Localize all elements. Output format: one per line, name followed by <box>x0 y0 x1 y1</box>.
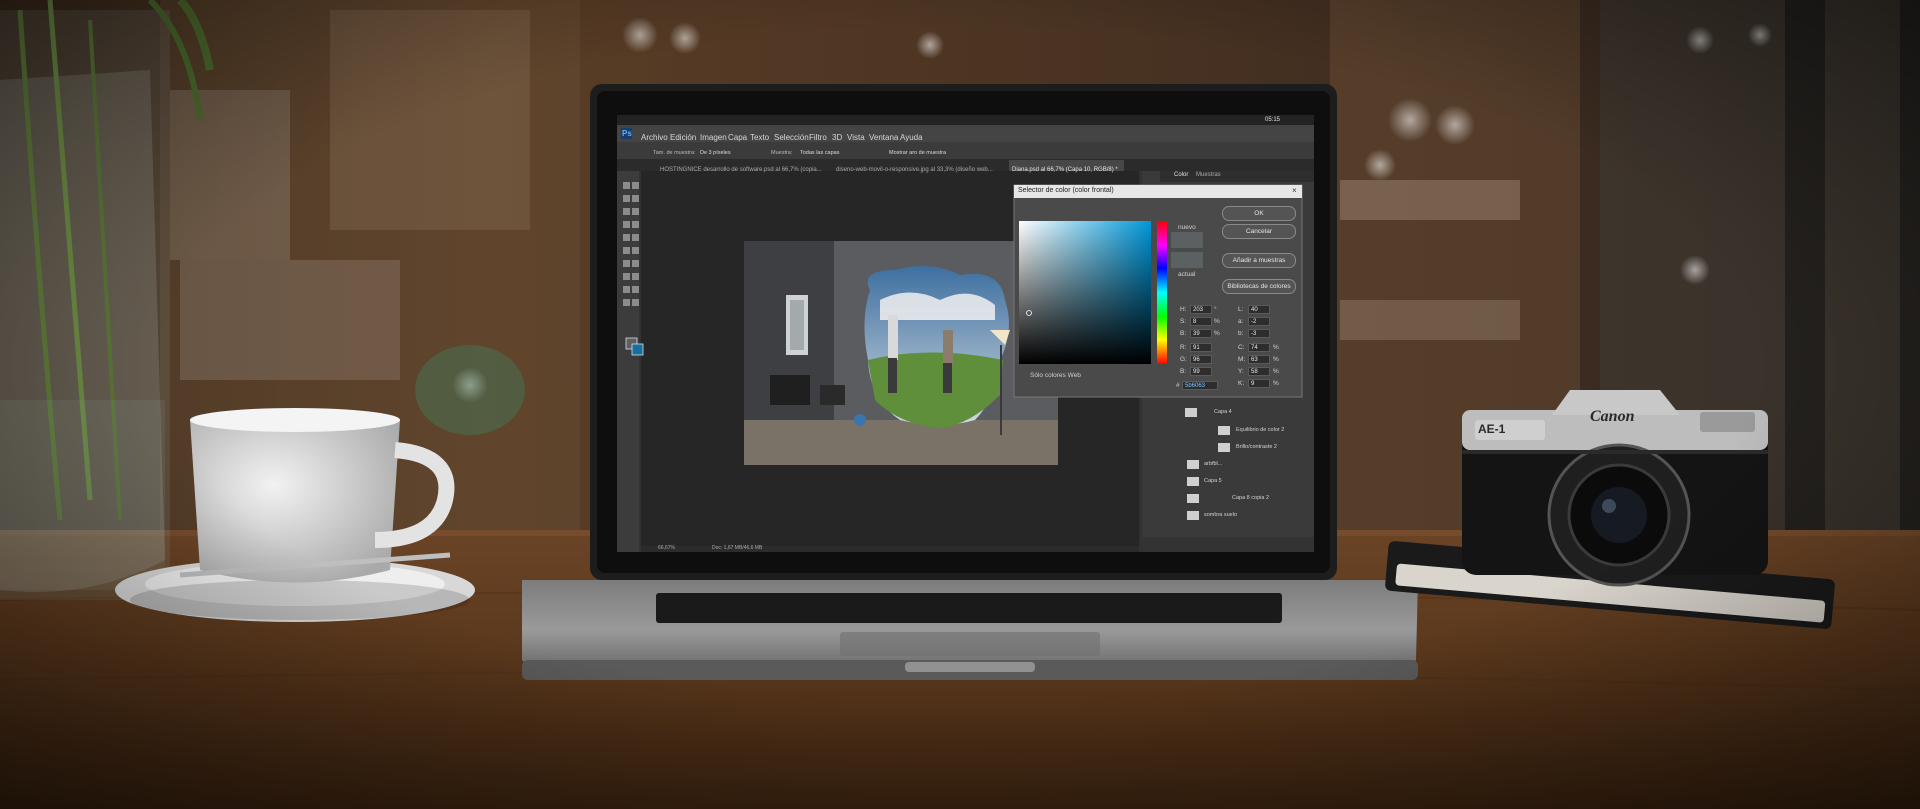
cyan-input[interactable]: 74 <box>1248 343 1270 352</box>
tab-diana[interactable]: Diana.psd al 66,7% (Capa 10, RGB/8) * <box>1012 167 1118 173</box>
close-icon[interactable]: × <box>1292 186 1297 195</box>
saturation-input[interactable]: 8 <box>1190 317 1212 326</box>
camera-brand-label: Canon <box>1590 408 1635 425</box>
color-picker-title: Selector de color (color frontal) <box>1018 187 1114 194</box>
red-label: R: <box>1180 344 1187 351</box>
panel-tab-color[interactable]: Color <box>1174 172 1188 178</box>
green-input[interactable]: 96 <box>1190 355 1212 364</box>
blue-label: B: <box>1180 368 1187 375</box>
menu-item-archivo[interactable]: Archivo <box>641 133 668 142</box>
saturation-label: S: <box>1180 318 1187 325</box>
lab-b-input[interactable]: -3 <box>1248 329 1270 338</box>
ok-button[interactable]: OK <box>1222 206 1296 221</box>
clock: 05:15 <box>1265 117 1281 123</box>
menu-item-vista[interactable]: Vista <box>847 133 865 142</box>
layer-capa-4[interactable]: Capa 4 <box>1214 409 1232 415</box>
lab-a-input[interactable]: -2 <box>1248 317 1270 326</box>
green-label: G: <box>1180 356 1187 363</box>
yellow-input[interactable]: 58 <box>1248 367 1270 376</box>
layer-arbfbl[interactable]: arbfbl... <box>1204 461 1222 467</box>
sample-label: Muestra: <box>771 150 793 156</box>
show-ring-checkbox[interactable]: Mostrar aro de muestra <box>889 150 946 156</box>
camera-model-label: AE-1 <box>1478 422 1506 436</box>
menu-item-ventana[interactable]: Ventana <box>869 133 898 142</box>
status-doc-info: Doc: 1,67 MB/46,6 MB <box>712 545 763 551</box>
color-libraries-button[interactable]: Bibliotecas de colores <box>1222 279 1296 294</box>
hue-unit: ° <box>1214 306 1217 313</box>
layer-capa-8-copia-2[interactable]: Capa 8 copia 2 <box>1232 495 1269 501</box>
new-color-label: nuevo <box>1178 224 1196 231</box>
tab-hostingnice[interactable]: HOSTINGNICE desarrollo de software.psd a… <box>660 167 822 173</box>
magenta-input[interactable]: 63 <box>1248 355 1270 364</box>
sample-size-label: Tam. de muestra: <box>653 150 696 156</box>
brightness-label: B: <box>1180 330 1187 337</box>
magenta-unit: % <box>1273 356 1279 363</box>
add-to-swatches-button[interactable]: Añadir a muestras <box>1222 253 1296 268</box>
red-input[interactable]: 91 <box>1190 343 1212 352</box>
menu-item-capa[interactable]: Capa <box>728 133 747 142</box>
menu-item-edicion[interactable]: Edición <box>670 133 696 142</box>
yellow-label: Y: <box>1238 368 1244 375</box>
menu-item-imagen[interactable]: Imagen <box>700 133 727 142</box>
lab-b-label: b: <box>1238 330 1244 337</box>
saturation-unit: % <box>1214 318 1220 325</box>
yellow-unit: % <box>1273 368 1279 375</box>
menu-item-3d[interactable]: 3D <box>832 133 842 142</box>
brightness-unit: % <box>1214 330 1220 337</box>
status-zoom: 66,67% <box>658 545 675 551</box>
layer-capa-5[interactable]: Capa 5 <box>1204 478 1222 484</box>
layer-equilibrio-color-2[interactable]: Equilibrio de color 2 <box>1236 427 1284 433</box>
hex-label: # <box>1176 382 1180 389</box>
black-input[interactable]: 9 <box>1248 379 1270 388</box>
workspace-photo <box>0 0 1920 809</box>
menu-item-ayuda[interactable]: Ayuda <box>900 133 923 142</box>
cyan-unit: % <box>1273 344 1279 351</box>
magenta-label: M: <box>1238 356 1246 363</box>
sample-select[interactable]: Todas las capas <box>800 150 839 156</box>
layer-sombra-suelo[interactable]: sombra suelo <box>1204 512 1237 518</box>
hex-input[interactable]: 5b6063 <box>1182 381 1218 390</box>
hue-label: H: <box>1180 306 1187 313</box>
layer-brillo-contraste-2[interactable]: Brillo/contraste 2 <box>1236 444 1277 450</box>
blue-input[interactable]: 99 <box>1190 367 1212 376</box>
black-label: K: <box>1238 380 1245 387</box>
menu-item-seleccion[interactable]: Selección <box>774 133 809 142</box>
lab-a-label: a: <box>1238 318 1244 325</box>
panel-tab-muestras[interactable]: Muestras <box>1196 172 1221 178</box>
menu-item-filtro[interactable]: Filtro <box>809 133 827 142</box>
tab-diseno-web[interactable]: diseno-web-movil-o-responsive.jpg al 33,… <box>836 167 993 173</box>
cancel-button[interactable]: Cancelar <box>1222 224 1296 239</box>
brightness-input[interactable]: 39 <box>1190 329 1212 338</box>
current-color-label: actual <box>1178 271 1196 278</box>
lab-l-label: L: <box>1238 306 1244 313</box>
sample-size-select[interactable]: De 3 píxeles <box>700 150 731 156</box>
lab-l-input[interactable]: 40 <box>1248 305 1270 314</box>
cyan-label: C: <box>1238 344 1245 351</box>
photoshop-logo: Ps <box>622 129 632 138</box>
hue-input[interactable]: 203 <box>1190 305 1212 314</box>
black-unit: % <box>1273 380 1279 387</box>
menu-item-texto[interactable]: Texto <box>750 133 769 142</box>
web-colors-checkbox[interactable]: Sólo colores Web <box>1030 372 1081 379</box>
